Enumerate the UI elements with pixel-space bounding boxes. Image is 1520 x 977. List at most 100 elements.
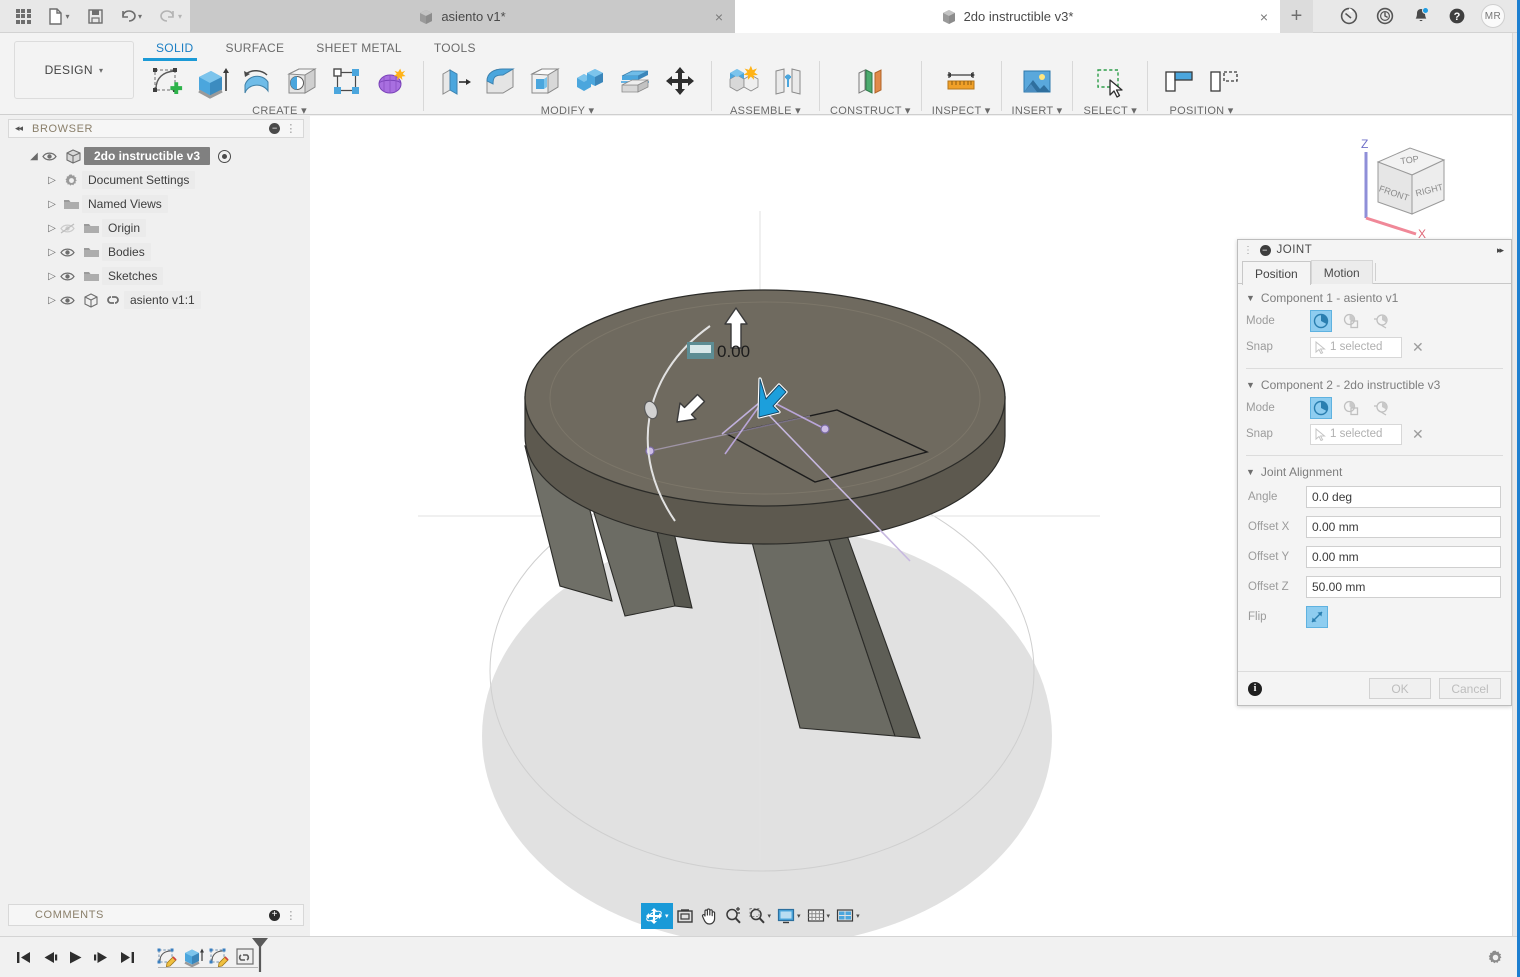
tree-node-root[interactable]: ◢ 2do instructible v3 <box>8 144 304 168</box>
revolute-mode-icon[interactable] <box>1340 397 1362 419</box>
timeline-settings-gear-icon[interactable] <box>1487 949 1520 966</box>
offset-x-input[interactable]: 0.00 mm <box>1306 516 1501 538</box>
grip-icon[interactable]: ⋮ <box>1243 245 1254 256</box>
workspace-selector[interactable]: DESIGN ▾ <box>14 41 134 99</box>
cancel-button[interactable]: Cancel <box>1439 678 1501 699</box>
combine-icon[interactable] <box>569 61 611 103</box>
component-1-snap-clear-icon[interactable]: ✕ <box>1412 339 1424 356</box>
visibility-eye-icon[interactable] <box>60 295 80 306</box>
section-component-2[interactable]: ▼ Component 2 - 2do instructible v3 <box>1238 371 1511 395</box>
chevron-down-icon[interactable]: ▾ <box>665 912 669 920</box>
visibility-eye-icon[interactable] <box>60 247 80 258</box>
tab-tools[interactable]: TOOLS <box>418 38 492 58</box>
offset-y-input[interactable]: 0.00 mm <box>1306 546 1501 568</box>
timeline-marker[interactable] <box>250 938 270 974</box>
redo-icon[interactable]: ▾ <box>152 2 190 30</box>
tree-node-named-views[interactable]: ▷ Named Views <box>8 192 304 216</box>
angle-input[interactable]: 0.0 deg <box>1306 486 1501 508</box>
component-2-snap-field[interactable]: 1 selected <box>1310 423 1402 445</box>
tree-node-sketches[interactable]: ▷ Sketches <box>8 264 304 288</box>
tree-node-document-settings[interactable]: ▷ Document Settings <box>8 168 304 192</box>
tree-node-origin[interactable]: ▷ Origin <box>8 216 304 240</box>
minimize-icon[interactable]: − <box>269 123 281 134</box>
flip-icon[interactable] <box>1306 606 1328 628</box>
press-pull-icon[interactable] <box>434 61 476 103</box>
document-tab-2[interactable]: 2do instructible v3* × <box>735 0 1280 33</box>
expand-right-icon[interactable]: ▸▸ <box>1497 245 1506 256</box>
expand-arrow-icon[interactable]: ▷ <box>44 271 60 282</box>
extrude-icon[interactable] <box>191 61 233 103</box>
shell-icon[interactable] <box>524 61 566 103</box>
document-tab-1-close-icon[interactable]: × <box>715 9 723 25</box>
notifications-bell-icon[interactable] <box>1404 0 1438 33</box>
visibility-eye-off-icon[interactable] <box>60 222 80 234</box>
document-tab-1[interactable]: asiento v1* × <box>190 0 735 33</box>
joint-icon[interactable] <box>767 61 809 103</box>
move-copy-icon[interactable] <box>659 61 701 103</box>
offset-z-input[interactable]: 50.00 mm <box>1306 576 1501 598</box>
ok-button[interactable]: OK <box>1369 678 1431 699</box>
insert-image-icon[interactable] <box>1016 61 1058 103</box>
expand-arrow-icon[interactable]: ▷ <box>44 295 60 306</box>
minimize-icon[interactable]: − <box>1259 244 1271 256</box>
step-forward-icon[interactable] <box>88 942 114 972</box>
grid-snaps-icon[interactable]: ▾ <box>804 903 834 929</box>
avatar[interactable]: MR <box>1476 0 1510 33</box>
info-icon[interactable]: i <box>1248 681 1262 696</box>
tab-surface[interactable]: SURFACE <box>210 38 301 58</box>
slider-mode-icon[interactable] <box>1370 397 1392 419</box>
pan-icon[interactable] <box>697 903 721 929</box>
section-joint-alignment[interactable]: ▼ Joint Alignment <box>1238 458 1511 482</box>
visibility-eye-icon[interactable] <box>60 271 80 282</box>
display-settings-icon[interactable]: ▾ <box>774 903 804 929</box>
tree-node-asiento[interactable]: ▷ asiento v1:1 <box>8 288 304 312</box>
offset-plane-icon[interactable] <box>849 61 891 103</box>
recent-history-icon[interactable] <box>1368 0 1402 33</box>
fit-view-icon[interactable] <box>673 903 697 929</box>
tree-node-bodies[interactable]: ▷ Bodies <box>8 240 304 264</box>
revolute-mode-icon[interactable] <box>1340 310 1362 332</box>
component-2-snap-clear-icon[interactable]: ✕ <box>1412 426 1424 443</box>
revolve-icon[interactable] <box>236 61 278 103</box>
collapse-left-icon[interactable]: ◂◂ <box>15 123 23 134</box>
window-selection-icon[interactable] <box>1089 61 1131 103</box>
play-icon[interactable] <box>62 942 88 972</box>
rigid-mode-icon[interactable] <box>1310 397 1332 419</box>
chevron-down-icon[interactable]: ▼ <box>1246 293 1255 303</box>
go-to-beginning-icon[interactable] <box>10 942 36 972</box>
grip-icon[interactable]: ⋮ <box>285 909 297 922</box>
tab-sheet-metal[interactable]: SHEET METAL <box>300 38 418 58</box>
go-to-end-icon[interactable] <box>114 942 140 972</box>
expand-arrow-icon[interactable]: ▷ <box>44 223 60 234</box>
tab-solid[interactable]: SOLID <box>140 38 210 58</box>
new-component-icon[interactable] <box>722 61 764 103</box>
align-icon[interactable] <box>1158 61 1200 103</box>
save-icon[interactable] <box>80 2 110 30</box>
zoom-icon[interactable] <box>721 903 745 929</box>
fillet-icon[interactable] <box>479 61 521 103</box>
expand-arrow-icon[interactable]: ▷ <box>44 175 60 186</box>
joint-dialog[interactable]: ⋮ − JOINT ▸▸ Position Motion ▼ Component… <box>1237 239 1512 706</box>
expand-arrow-icon[interactable]: ▷ <box>44 247 60 258</box>
rectangular-pattern-icon[interactable] <box>326 61 368 103</box>
visibility-eye-icon[interactable] <box>42 151 62 162</box>
add-comment-icon[interactable]: + <box>269 909 281 921</box>
physical-position-icon[interactable] <box>1203 61 1245 103</box>
document-tab-2-close-icon[interactable]: × <box>1260 9 1268 25</box>
chevron-down-icon[interactable]: ▾ <box>768 912 772 920</box>
expand-arrow-icon[interactable]: ◢ <box>26 151 42 162</box>
step-back-icon[interactable] <box>36 942 62 972</box>
create-sketch-icon[interactable] <box>146 61 188 103</box>
hole-icon[interactable] <box>281 61 323 103</box>
section-component-1[interactable]: ▼ Component 1 - asiento v1 <box>1238 284 1511 308</box>
form-icon[interactable] <box>371 61 413 103</box>
measure-icon[interactable] <box>940 61 982 103</box>
expand-arrow-icon[interactable]: ▷ <box>44 199 60 210</box>
rigid-mode-icon[interactable] <box>1310 310 1332 332</box>
chevron-down-icon[interactable]: ▾ <box>797 912 801 920</box>
tab-position[interactable]: Position <box>1242 261 1311 285</box>
undo-icon[interactable]: ▾ <box>112 2 150 30</box>
view-cube[interactable]: TOP FRONT RIGHT Z X <box>1348 130 1468 240</box>
split-face-icon[interactable] <box>614 61 656 103</box>
slider-mode-icon[interactable] <box>1370 310 1392 332</box>
